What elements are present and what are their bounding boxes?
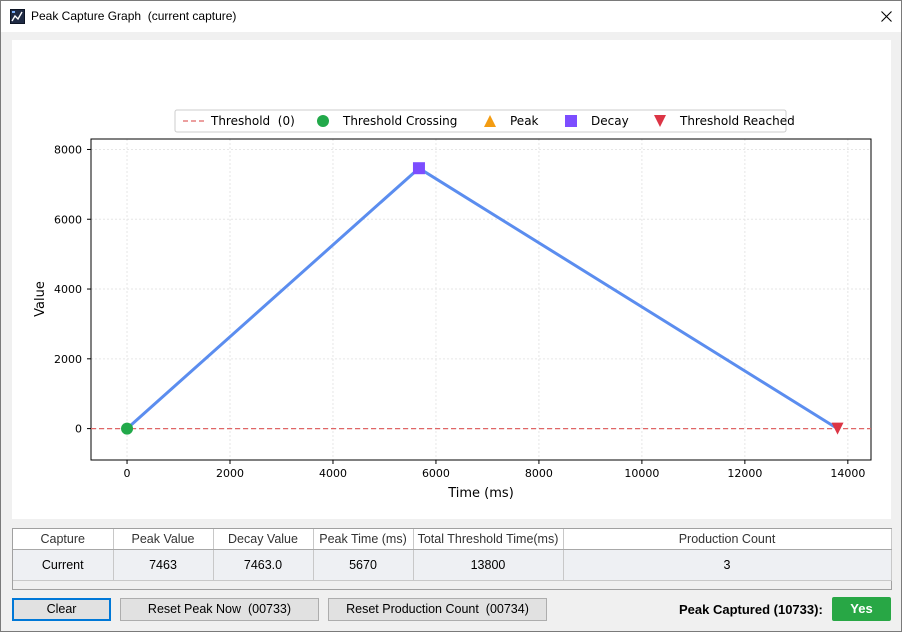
- legend-swatch-square: [565, 115, 577, 127]
- x-tick-label: 6000: [422, 467, 450, 480]
- table-row[interactable]: Current 7463 7463.0 5670 13800 3: [13, 549, 892, 581]
- y-axis-label: Value: [33, 281, 48, 317]
- legend-swatch-circle: [317, 115, 329, 127]
- grid: [91, 139, 871, 460]
- cell-production-count[interactable]: 3: [563, 549, 892, 581]
- x-tick-label: 0: [124, 467, 131, 480]
- y-tick-label: 6000: [54, 213, 82, 226]
- column-header-peak-value[interactable]: Peak Value: [113, 529, 214, 550]
- close-icon: [880, 11, 892, 22]
- plot-frame: [90, 138, 872, 461]
- column-header-decay-value[interactable]: Decay Value: [213, 529, 314, 550]
- peak-captured-status-badge: Yes: [832, 597, 891, 621]
- cell-peak-value[interactable]: 7463: [113, 549, 214, 581]
- column-header-peak-time[interactable]: Peak Time (ms): [313, 529, 414, 550]
- cell-capture[interactable]: Current: [13, 549, 114, 581]
- column-header-total-threshold-time[interactable]: Total Threshold Time(ms): [413, 529, 564, 550]
- x-tick-label: 12000: [727, 467, 762, 480]
- legend: Threshold (0) Threshold Crossing Peak Decay…: [174, 109, 795, 133]
- markers: [121, 162, 844, 435]
- legend-label: Peak: [510, 114, 539, 128]
- y-tick-label: 2000: [54, 353, 82, 366]
- series: [91, 166, 871, 430]
- close-button[interactable]: [871, 1, 901, 32]
- peak-captured-label: Peak Captured (10733):: [679, 602, 823, 617]
- y-tick-label: 4000: [54, 283, 82, 296]
- capture-summary-table: Capture Peak Value Decay Value Peak Time…: [12, 528, 892, 590]
- x-tick-label: 14000: [830, 467, 865, 480]
- x-tick-label: 2000: [216, 467, 244, 480]
- x-tick-label: 10000: [624, 467, 659, 480]
- x-tick-label: 8000: [525, 467, 553, 480]
- decay-marker: [412, 162, 425, 175]
- window-title: Peak Capture Graph (current capture): [31, 9, 237, 23]
- clear-button[interactable]: Clear: [12, 598, 111, 621]
- x-axis-label: Time (ms): [447, 486, 514, 501]
- title-bar: Peak Capture Graph (current capture): [1, 1, 901, 32]
- threshold-reached-marker: [831, 422, 844, 435]
- peak-capture-window: Peak Capture Graph (current capture) 0 20…: [0, 0, 902, 632]
- y-tick-label: 0: [75, 423, 82, 436]
- cell-decay-value[interactable]: 7463.0: [213, 549, 314, 581]
- peak-capture-chart: 0 2000 4000 6000 8000 10000 12000 14000 0 2000 400…: [33, 109, 872, 501]
- reset-peak-button[interactable]: Reset Peak Now (00733): [120, 598, 319, 621]
- x-tick-label: 4000: [319, 467, 347, 480]
- y-tick-label: 8000: [54, 143, 82, 156]
- cell-peak-time[interactable]: 5670: [313, 549, 414, 581]
- chart-app-icon: [10, 9, 25, 24]
- series-line: [126, 166, 839, 430]
- cell-total-threshold-time[interactable]: 13800: [413, 549, 564, 581]
- reset-production-count-button[interactable]: Reset Production Count (00734): [328, 598, 547, 621]
- column-header-capture[interactable]: Capture: [13, 529, 114, 550]
- threshold-crossing-marker: [121, 422, 134, 435]
- column-header-production-count[interactable]: Production Count: [563, 529, 892, 550]
- legend-label: Threshold Reached: [679, 114, 795, 128]
- legend-label: Decay: [591, 114, 629, 128]
- plot-panel: 0 2000 4000 6000 8000 10000 12000 14000 0 2000 400…: [12, 40, 891, 519]
- legend-label: Threshold (0): [210, 114, 295, 128]
- legend-label: Threshold Crossing: [342, 114, 457, 128]
- table-header-row: Capture Peak Value Decay Value Peak Time…: [13, 529, 892, 550]
